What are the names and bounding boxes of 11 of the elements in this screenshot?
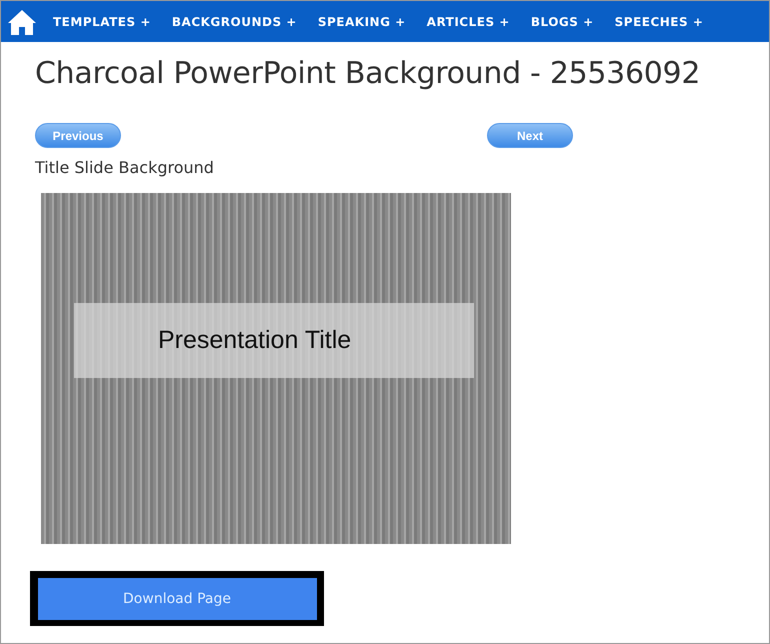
nav-menu-item[interactable]: BLOGS + bbox=[530, 14, 594, 28]
nav-menu-item[interactable]: ARTICLES + bbox=[426, 14, 510, 28]
slide-caption: Title Slide Background bbox=[35, 158, 215, 177]
slide-title: Presentation Title bbox=[74, 303, 474, 378]
home-icon[interactable] bbox=[7, 8, 37, 36]
page-title: Charcoal PowerPoint Background - 25536092 bbox=[35, 56, 702, 91]
nav-menu-item[interactable]: SPEECHES + bbox=[614, 14, 704, 28]
nav-menu-item[interactable]: BACKGROUNDS + bbox=[172, 14, 297, 28]
nav-menu-item[interactable]: SPEAKING + bbox=[318, 14, 406, 28]
download-button[interactable]: Download Page bbox=[38, 578, 316, 620]
nav-menu-item[interactable]: TEMPLATES + bbox=[53, 14, 151, 28]
